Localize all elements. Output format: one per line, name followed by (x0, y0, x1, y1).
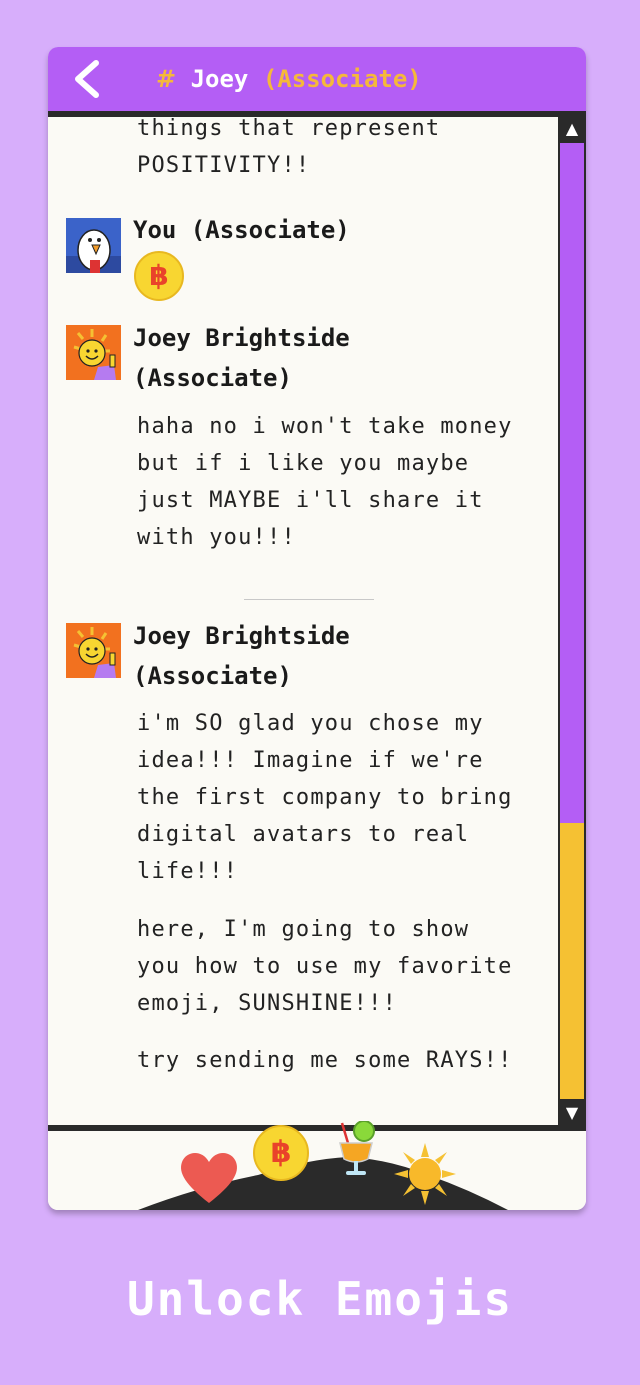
author-name: You (Associate) (133, 216, 350, 244)
channel-title: # Joey (Associate) (156, 65, 422, 93)
bitcoin-coin-emoji[interactable]: ฿ (253, 1125, 309, 1181)
message-line: with you!!! (137, 525, 296, 550)
emoji-tray: ฿ (48, 1121, 586, 1210)
scroll-up-button[interactable]: ▲ (558, 117, 586, 141)
author-name: Joey Brightside (Associate) (133, 318, 433, 398)
title-bar: # Joey (Associate) (48, 47, 586, 117)
message-line: you how to use my favorite (137, 954, 513, 979)
bitcoin-coin: ฿ (134, 251, 184, 301)
chat-window: # Joey (Associate) things that represent… (48, 47, 586, 1210)
message-line: but if i like you maybe (137, 451, 470, 476)
scroll-down-button[interactable]: ▼ (558, 1101, 586, 1125)
message-text: things that represent POSITIVITY!! (137, 117, 547, 184)
scroll-thumb[interactable] (560, 823, 584, 1099)
message-line: things that represent (137, 117, 441, 141)
message-line: idea!!! Imagine if we're (137, 748, 484, 773)
author-role-line: (Associate) (133, 364, 292, 392)
back-button[interactable] (68, 59, 108, 99)
message-line: emoji, SUNSHINE!!! (137, 991, 398, 1016)
message-line: POSITIVITY!! (137, 153, 311, 178)
sunshine-avatar[interactable] (66, 325, 121, 380)
channel-name: Joey (190, 65, 249, 93)
message-text: here, I'm going to show you how to use m… (137, 911, 547, 1022)
footer-title: Unlock Emojis (126, 1272, 514, 1326)
sun-emoji[interactable] (394, 1143, 456, 1205)
heart-emoji[interactable] (178, 1149, 240, 1205)
author-role-line: (Associate) (133, 662, 292, 690)
message-line: here, I'm going to show (137, 917, 470, 942)
message-line: life!!! (137, 859, 239, 884)
message-text: i'm SO glad you chose my idea!!! Imagine… (137, 705, 547, 890)
bird-avatar[interactable] (66, 218, 121, 273)
message-text: haha no i won't take money but if i like… (137, 408, 547, 556)
chevron-left-icon (75, 60, 99, 98)
message-line: i'm SO glad you chose my (137, 711, 484, 736)
author-name: Joey Brightside (Associate) (133, 616, 433, 696)
message-line: the first company to bring (137, 785, 513, 810)
message-text: try sending me some RAYS!! (137, 1042, 547, 1079)
channel-role: (Associate) (262, 65, 422, 93)
sunshine-avatar[interactable] (66, 623, 121, 678)
hash-icon: # (156, 65, 177, 93)
author-name-line: Joey Brightside (133, 324, 350, 352)
scrollbar[interactable]: ▲ ▼ (558, 117, 586, 1125)
message-line: try sending me some RAYS!! (137, 1048, 513, 1073)
author-name-line: Joey Brightside (133, 622, 350, 650)
message-line: haha no i won't take money (137, 414, 513, 439)
message-divider (244, 599, 374, 600)
message-line: digital avatars to real (137, 822, 470, 847)
message-line: just MAYBE i'll share it (137, 488, 484, 513)
cocktail-emoji[interactable] (334, 1121, 380, 1179)
message-list[interactable]: things that represent POSITIVITY!! You (… (48, 117, 558, 1125)
scroll-track[interactable] (560, 143, 584, 1099)
